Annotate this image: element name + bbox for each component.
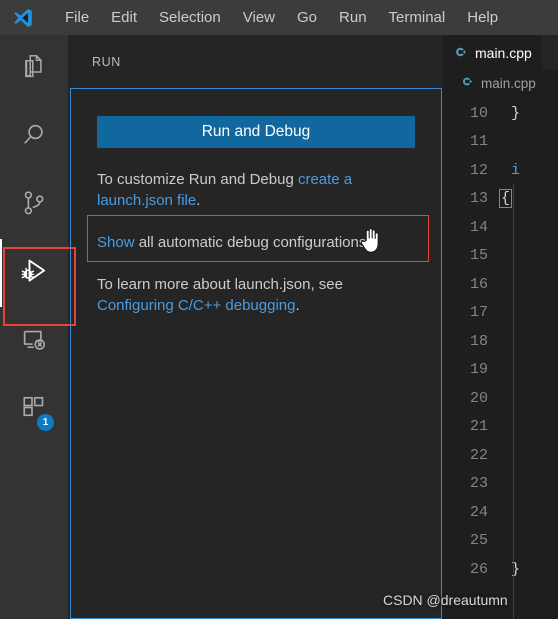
- line-number: 18: [469, 332, 488, 350]
- code-line: 19: [442, 356, 558, 385]
- line-number: 13: [469, 190, 488, 208]
- learn-more-prefix: To learn more about launch.json, see: [97, 276, 343, 293]
- show-link[interactable]: Show: [97, 234, 135, 251]
- line-number: 19: [469, 361, 488, 379]
- customize-hint-prefix: To customize Run and Debug: [97, 171, 298, 188]
- code-line: 13 {: [442, 185, 558, 214]
- activity-item-search[interactable]: [0, 103, 68, 171]
- code-line: 22: [442, 441, 558, 470]
- editor-tab-label: main.cpp: [475, 45, 532, 61]
- activity-item-run-and-debug[interactable]: [0, 239, 68, 307]
- line-number: 24: [469, 503, 488, 521]
- source-control-icon: [19, 188, 49, 223]
- line-number: 14: [469, 218, 488, 236]
- code-line: 23: [442, 470, 558, 499]
- menu-item-run[interactable]: Run: [328, 6, 378, 29]
- line-number: 22: [469, 446, 488, 464]
- line-number: 17: [469, 304, 488, 322]
- line-content: }: [511, 560, 521, 578]
- cpp-file-icon: [454, 45, 468, 62]
- menu-item-selection[interactable]: Selection: [148, 6, 232, 29]
- activity-bar: 1: [0, 35, 68, 619]
- line-number: 20: [469, 389, 488, 407]
- editor-area: main.cpp main.cpp 10 } 11 12 i 13 {14 1…: [442, 35, 558, 619]
- code-editor[interactable]: 10 } 11 12 i 13 { 14 15 16 17 18 19 20 2…: [442, 96, 558, 619]
- line-content: i: [511, 161, 521, 179]
- extensions-badge: 1: [37, 414, 54, 431]
- editor-tab-bar: main.cpp: [442, 35, 558, 70]
- menu-item-terminal[interactable]: Terminal: [378, 6, 457, 29]
- panel-title: RUN: [92, 54, 121, 69]
- code-line: 14: [442, 213, 558, 242]
- code-line: 16: [442, 270, 558, 299]
- run-and-debug-panel: RUN Run and Debug To customize Run and D…: [68, 35, 442, 619]
- files-icon: [19, 52, 49, 87]
- code-line: 21: [442, 413, 558, 442]
- breadcrumb-label: main.cpp: [481, 75, 536, 91]
- run-and-debug-icon: [18, 255, 50, 292]
- line-number: 15: [469, 247, 488, 265]
- learn-more-suffix: .: [295, 297, 300, 314]
- activity-item-remote-explorer[interactable]: [0, 307, 68, 375]
- editor-tab-main-cpp[interactable]: main.cpp: [442, 35, 542, 70]
- code-line: 25: [442, 527, 558, 556]
- line-number: 21: [469, 418, 488, 436]
- code-line: 17: [442, 299, 558, 328]
- menu-item-list: File Edit Selection View Go Run Terminal…: [54, 6, 509, 29]
- line-number: 23: [469, 475, 488, 493]
- vscode-logo-icon: [6, 0, 40, 35]
- activity-item-explorer[interactable]: [0, 35, 68, 103]
- remote-explorer-icon: [19, 324, 49, 359]
- code-line: 26 }: [442, 555, 558, 584]
- show-auto-configs-rest: all automatic debug configurations.: [134, 234, 371, 251]
- activity-item-source-control[interactable]: [0, 171, 68, 239]
- menu-item-file[interactable]: File: [54, 6, 100, 29]
- menu-item-view[interactable]: View: [232, 6, 286, 29]
- customize-hint: To customize Run and Debug create a laun…: [97, 169, 415, 211]
- line-content: }: [511, 104, 521, 122]
- breadcrumb[interactable]: main.cpp: [442, 70, 558, 96]
- menu-bar: File Edit Selection View Go Run Terminal…: [0, 0, 558, 35]
- line-number: 11: [469, 133, 488, 151]
- show-auto-configs-hint: Show all automatic debug configurations.: [97, 232, 415, 253]
- line-number: 10: [469, 104, 488, 122]
- line-number: 12: [469, 161, 488, 179]
- indent-guide: [513, 184, 514, 619]
- customize-hint-suffix: .: [196, 192, 201, 209]
- code-line: 15: [442, 242, 558, 271]
- line-content: {: [498, 189, 513, 209]
- search-icon: [19, 120, 49, 155]
- code-line: 12 i: [442, 156, 558, 185]
- activity-item-extensions[interactable]: 1: [0, 375, 68, 443]
- line-number: 25: [469, 532, 488, 550]
- line-number: 16: [469, 275, 488, 293]
- menu-item-go[interactable]: Go: [286, 6, 328, 29]
- learn-more-hint: To learn more about launch.json, see Con…: [97, 274, 415, 316]
- vscode-window: File Edit Selection View Go Run Terminal…: [0, 0, 558, 619]
- code-line: 20: [442, 384, 558, 413]
- code-line: 24: [442, 498, 558, 527]
- watermark: CSDN @dreautumn: [383, 592, 508, 608]
- code-line: 10 }: [442, 99, 558, 128]
- panel-content: Run and Debug To customize Run and Debug…: [70, 88, 442, 619]
- configuring-cpp-debugging-link[interactable]: Configuring C/C++ debugging: [97, 297, 295, 314]
- code-line: 11: [442, 128, 558, 157]
- run-and-debug-button[interactable]: Run and Debug: [97, 116, 415, 148]
- cpp-file-icon: [461, 75, 474, 91]
- line-number: 26: [469, 560, 488, 578]
- menu-item-edit[interactable]: Edit: [100, 6, 148, 29]
- code-line: 18: [442, 327, 558, 356]
- menu-item-help[interactable]: Help: [456, 6, 509, 29]
